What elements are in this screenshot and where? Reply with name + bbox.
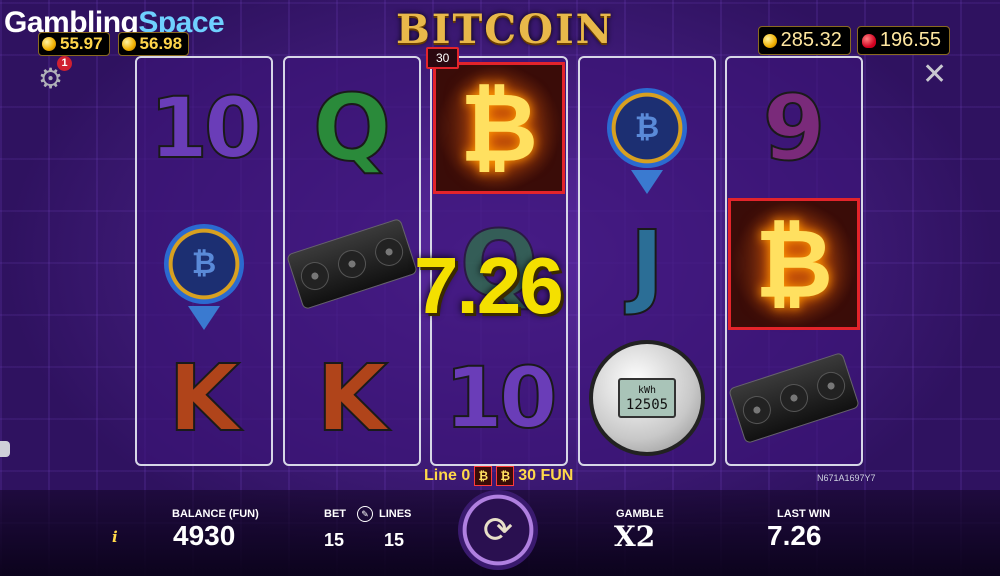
symbol-10: 10 [444,348,559,448]
balance-label: BALANCE (FUN) [172,508,259,520]
strawberry-icon [861,33,876,48]
wallet-coin-2: 56.98 [117,32,190,56]
gamble-button[interactable]: X2 [614,520,655,553]
balance-value: 4930 [173,520,236,551]
symbol-power-meter: kWh 12505 [580,330,714,466]
symbol-10: 10 [149,78,264,178]
symbol-bitcoin-chip: ₿ [580,60,714,196]
power-meter-icon: kWh 12505 [589,340,705,456]
symbol-9: 9 [762,75,827,182]
symbol-bitcoin-gold-winning: ₿ [432,60,566,196]
side-handle[interactable] [0,441,10,457]
wallet-gold: 285.32 [757,26,851,55]
bitcoin-chip-icon: ₿ [607,88,687,194]
symbol-bitcoin-gold-winning: ₿ [727,196,861,332]
edit-bet-icon[interactable]: ✎ [357,506,373,522]
reel-2: Q K [283,56,421,466]
last-win-value: 7.26 [767,520,822,551]
gpu-card-icon [285,217,419,311]
line-win-info: Line 0 ₿ ₿ 30 FUN [424,466,574,486]
symbol-bitcoin-chip: ₿ [137,196,271,332]
symbol-gpu-card [285,196,419,332]
info-icon[interactable]: i [112,528,118,546]
wallet-left: 55.97 56.98 [38,32,190,56]
bitcoin-chip-icon: ₿ [164,224,244,330]
gold-coin-icon [42,37,56,51]
bitcoin-icon: ₿ [496,466,515,486]
wallet-strawberry: 196.55 [856,26,950,55]
game-code: N671A1697Y7 [817,473,876,483]
symbol-k: K [315,344,388,453]
bet-label: BET [324,508,346,520]
bitcoin-icon: ₿ [474,466,493,486]
gpu-card-icon [727,351,861,445]
reel-4: ₿ J kWh 12505 [578,56,716,466]
symbol-gpu-card [727,330,861,466]
lines-value[interactable]: 15 [384,530,404,551]
notification-badge: 1 [57,56,72,71]
symbol-k: K [167,344,240,453]
gold-coin-icon [762,33,777,48]
close-icon[interactable]: ✕ [922,60,947,90]
last-win-label: LAST WIN [777,508,831,520]
win-line-badge: 30 [426,47,460,69]
bet-value[interactable]: 15 [324,530,344,551]
wallet-coin-1: 55.97 [38,32,110,56]
bitcoin-icon: ₿ [728,198,860,330]
big-win-amount: 7.26 [414,241,564,330]
reel-1: 10 ₿ K [135,56,273,466]
spin-button[interactable]: ⟳ [458,490,538,570]
symbol-q: Q [312,74,392,183]
gold-coin-icon [121,37,136,51]
gamble-label: GAMBLE [616,508,664,520]
lines-label: LINES [379,508,412,520]
reel-5: 9 ₿ [725,56,863,466]
spin-arrows-icon: ⟳ [482,509,514,550]
symbol-j: J [629,210,665,319]
wallet-right: 285.32 196.55 [757,26,950,55]
game-logo: BITCOIN [396,6,615,53]
bitcoin-icon: ₿ [433,62,565,194]
